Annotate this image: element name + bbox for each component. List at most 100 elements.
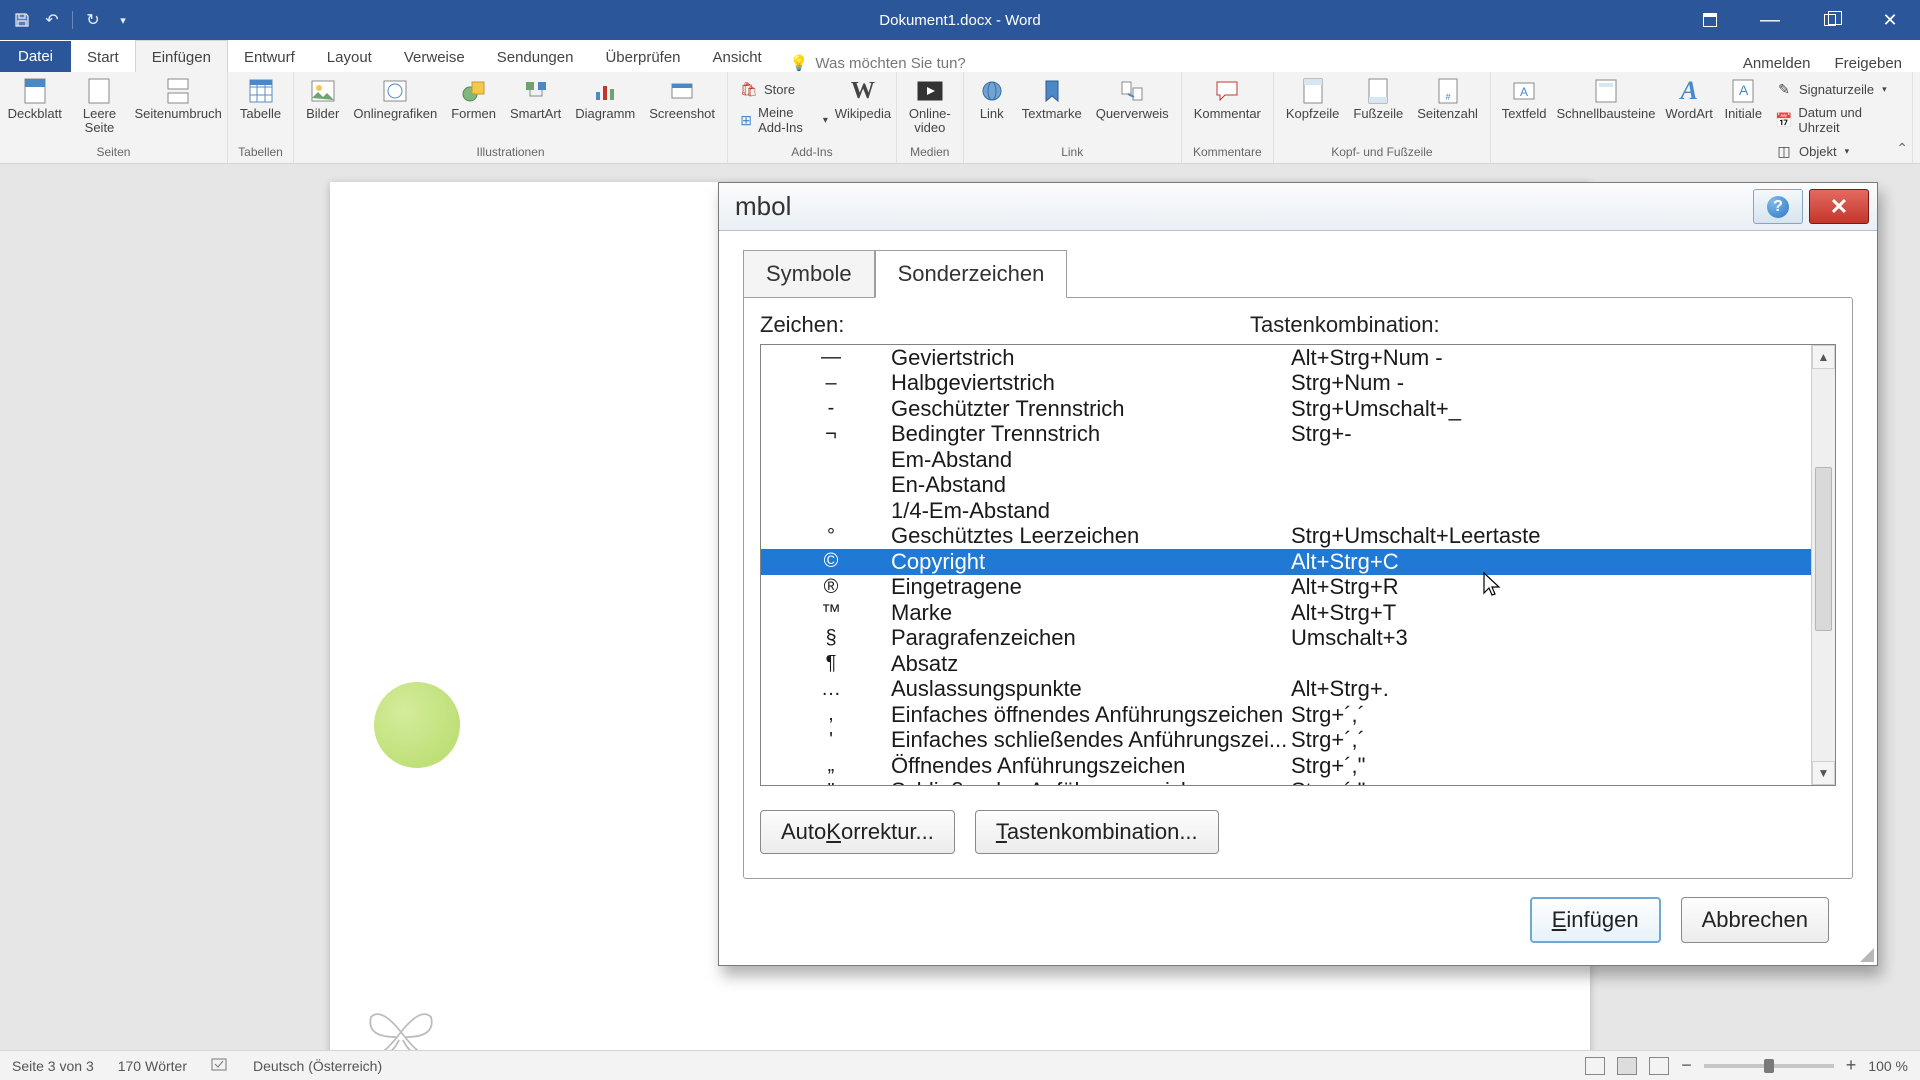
tab-ueberpruefen[interactable]: Überprüfen bbox=[589, 41, 696, 72]
qat-dropdown-icon[interactable]: ▾ bbox=[113, 10, 133, 30]
tab-symbole[interactable]: Symbole bbox=[743, 250, 875, 298]
screenshot-button[interactable]: Screenshot bbox=[645, 76, 719, 123]
onlinegrafiken-button[interactable]: Onlinegrafiken bbox=[349, 76, 441, 123]
minimize-icon[interactable]: — bbox=[1740, 0, 1800, 40]
char-row[interactable]: „Öffnendes AnführungszeichenStrg+´," bbox=[761, 753, 1835, 779]
scroll-thumb[interactable] bbox=[1815, 467, 1832, 631]
status-language[interactable]: Deutsch (Österreich) bbox=[253, 1058, 382, 1074]
lightbulb-icon: 💡 bbox=[790, 54, 809, 72]
scroll-down-icon[interactable]: ▼ bbox=[1812, 761, 1835, 785]
tabelle-button[interactable]: Tabelle bbox=[236, 76, 285, 123]
dialog-help-button[interactable]: ? bbox=[1753, 189, 1803, 224]
char-name: Copyright bbox=[891, 549, 1291, 575]
datumuhrzeit-button[interactable]: 📅Datum und Uhrzeit bbox=[1771, 103, 1904, 137]
char-row[interactable]: …AuslassungspunkteAlt+Strg+. bbox=[761, 677, 1835, 703]
wordart-button[interactable]: AWordArt bbox=[1663, 76, 1716, 123]
diagramm-button[interactable]: Diagramm bbox=[571, 76, 639, 123]
char-row[interactable]: "Schließendes AnführungszeichenStrg+´," bbox=[761, 779, 1835, 787]
save-icon[interactable] bbox=[12, 10, 32, 30]
zoom-in-icon[interactable]: + bbox=[1846, 1055, 1857, 1076]
abbrechen-button[interactable]: Abbrechen bbox=[1681, 897, 1829, 943]
zoom-level[interactable]: 100 % bbox=[1868, 1058, 1908, 1074]
signaturzeile-button[interactable]: ✎Signaturzeile▾ bbox=[1771, 78, 1904, 100]
einfuegen-button[interactable]: Einfügen bbox=[1530, 897, 1661, 943]
scrollbar[interactable]: ▲ ▼ bbox=[1811, 345, 1835, 785]
char-row[interactable]: ™MarkeAlt+Strg+T bbox=[761, 600, 1835, 626]
scroll-up-icon[interactable]: ▲ bbox=[1812, 345, 1835, 369]
status-bar: Seite 3 von 3 170 Wörter Deutsch (Österr… bbox=[0, 1050, 1920, 1080]
smartart-button[interactable]: SmartArt bbox=[506, 76, 565, 123]
char-row[interactable]: -Geschützter TrennstrichStrg+Umschalt+_ bbox=[761, 396, 1835, 422]
tastenkombination-button[interactable]: Tastenkombination... bbox=[975, 810, 1219, 854]
meine-addins-button[interactable]: ⊞Meine Add-Ins▾ bbox=[736, 103, 832, 137]
tab-sonderzeichen[interactable]: Sonderzeichen bbox=[875, 250, 1068, 298]
formen-button[interactable]: Formen bbox=[447, 76, 500, 123]
onlinevideo-button[interactable]: Online-video bbox=[905, 76, 955, 138]
wikipedia-button[interactable]: WWikipedia bbox=[838, 76, 888, 123]
tab-start[interactable]: Start bbox=[71, 41, 135, 72]
char-row[interactable]: ©CopyrightAlt+Strg+C bbox=[761, 549, 1835, 575]
initiale-button[interactable]: AInitiale bbox=[1722, 76, 1765, 123]
seitenzahl-button[interactable]: #Seitenzahl bbox=[1413, 76, 1482, 123]
textmarke-button[interactable]: Textmarke bbox=[1018, 76, 1086, 123]
page[interactable]: mbol ? ✕ Symbole Sonderzeichen Zeichen: … bbox=[330, 182, 1590, 1050]
char-row[interactable]: °Geschütztes LeerzeichenStrg+Umschalt+Le… bbox=[761, 524, 1835, 550]
tab-sendungen[interactable]: Sendungen bbox=[481, 41, 590, 72]
dialog-close-button[interactable]: ✕ bbox=[1809, 189, 1869, 224]
schnellbausteine-button[interactable]: Schnellbausteine bbox=[1555, 76, 1656, 123]
kopfzeile-button[interactable]: Kopfzeile bbox=[1282, 76, 1343, 123]
char-row[interactable]: 1/4-Em-Abstand bbox=[761, 498, 1835, 524]
dialog-titlebar[interactable]: mbol ? ✕ bbox=[719, 183, 1877, 231]
store-button[interactable]: 🛍Store bbox=[736, 78, 832, 100]
char-symbol: – bbox=[771, 372, 891, 395]
restore-icon[interactable] bbox=[1800, 0, 1860, 40]
char-row[interactable]: ¬Bedingter TrennstrichStrg+- bbox=[761, 422, 1835, 448]
textfeld-button[interactable]: ATextfeld bbox=[1499, 76, 1549, 123]
ribbon-tabs: Datei Start Einfügen Entwurf Layout Verw… bbox=[0, 40, 1920, 72]
fusszeile-button[interactable]: Fußzeile bbox=[1349, 76, 1407, 123]
deckblatt-button[interactable]: Deckblatt bbox=[8, 76, 62, 123]
char-row[interactable]: –HalbgeviertstrichStrg+Num - bbox=[761, 371, 1835, 397]
tab-verweise[interactable]: Verweise bbox=[388, 41, 481, 72]
resize-grip[interactable] bbox=[1856, 944, 1874, 962]
character-list[interactable]: —GeviertstrichAlt+Strg+Num -–Halbgeviert… bbox=[760, 344, 1836, 786]
objekt-button[interactable]: ◫Objekt▾ bbox=[1771, 140, 1904, 162]
bilder-button[interactable]: Bilder bbox=[302, 76, 343, 123]
leere-seite-button[interactable]: Leere Seite bbox=[68, 76, 132, 138]
querverweis-button[interactable]: Querverweis bbox=[1092, 76, 1173, 123]
char-symbol: - bbox=[771, 397, 891, 420]
char-row[interactable]: Em-Abstand bbox=[761, 447, 1835, 473]
autokorrektur-button[interactable]: AutoKorrektur... bbox=[760, 810, 955, 854]
tab-layout[interactable]: Layout bbox=[311, 41, 388, 72]
web-layout-icon[interactable] bbox=[1649, 1057, 1669, 1075]
redo-icon[interactable]: ↻ bbox=[83, 10, 103, 30]
tab-ansicht[interactable]: Ansicht bbox=[697, 41, 778, 72]
char-row[interactable]: 'Einfaches schließendes Anführungszei...… bbox=[761, 728, 1835, 754]
close-window-icon[interactable]: ✕ bbox=[1860, 0, 1920, 40]
read-mode-icon[interactable] bbox=[1585, 1057, 1605, 1075]
char-row[interactable]: ®EingetrageneAlt+Strg+R bbox=[761, 575, 1835, 601]
char-row[interactable]: En-Abstand bbox=[761, 473, 1835, 499]
zoom-slider[interactable] bbox=[1704, 1064, 1834, 1068]
char-row[interactable]: —GeviertstrichAlt+Strg+Num - bbox=[761, 345, 1835, 371]
char-row[interactable]: ¶Absatz bbox=[761, 651, 1835, 677]
char-row[interactable]: §ParagrafenzeichenUmschalt+3 bbox=[761, 626, 1835, 652]
status-words[interactable]: 170 Wörter bbox=[118, 1058, 187, 1074]
tab-einfuegen[interactable]: Einfügen bbox=[135, 40, 228, 73]
tab-datei[interactable]: Datei bbox=[0, 41, 71, 72]
undo-icon[interactable]: ↶ bbox=[42, 10, 62, 30]
seitenumbruch-button[interactable]: Seitenumbruch bbox=[137, 76, 218, 123]
zoom-out-icon[interactable]: − bbox=[1681, 1055, 1692, 1076]
status-page[interactable]: Seite 3 von 3 bbox=[12, 1058, 94, 1074]
collapse-ribbon-icon[interactable]: ⌃ bbox=[1896, 140, 1908, 157]
link-button[interactable]: Link bbox=[972, 76, 1012, 123]
ribbon-display-options-icon[interactable] bbox=[1680, 0, 1740, 40]
signin-link[interactable]: Anmelden bbox=[1743, 55, 1811, 72]
tell-me-box[interactable]: 💡 Was möchten Sie tun? bbox=[790, 54, 966, 72]
proofing-icon[interactable] bbox=[211, 1056, 229, 1075]
tab-entwurf[interactable]: Entwurf bbox=[228, 41, 311, 72]
char-row[interactable]: ‚Einfaches öffnendes AnführungszeichenSt… bbox=[761, 702, 1835, 728]
kommentar-button[interactable]: Kommentar bbox=[1190, 76, 1265, 123]
share-button[interactable]: Freigeben bbox=[1834, 55, 1902, 72]
print-layout-icon[interactable] bbox=[1617, 1057, 1637, 1075]
